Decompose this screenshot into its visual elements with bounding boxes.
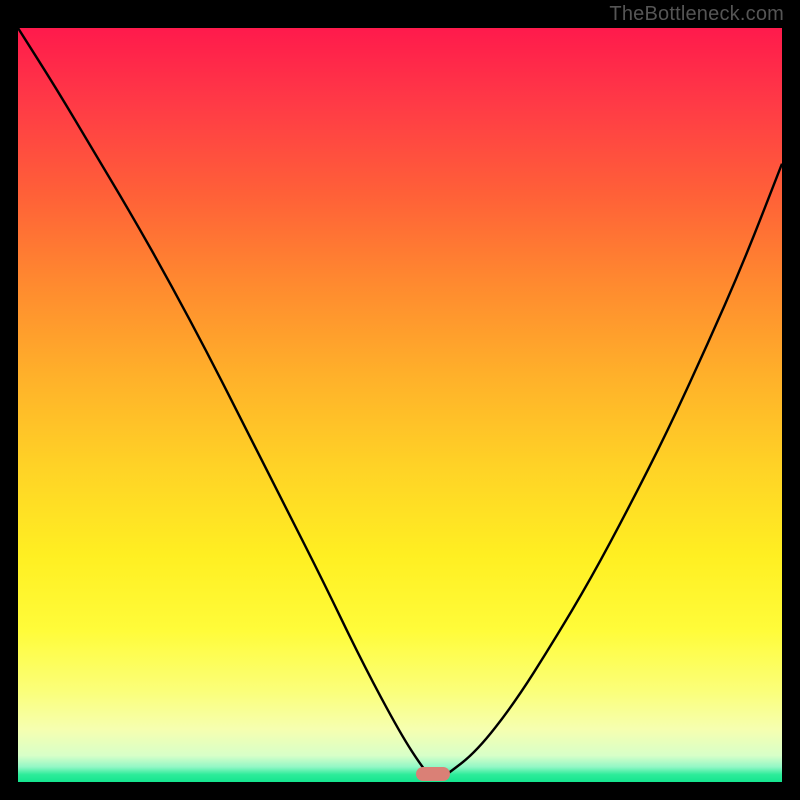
optimal-point-marker bbox=[416, 767, 450, 781]
bottleneck-curve bbox=[18, 28, 782, 782]
curve-path bbox=[18, 28, 782, 780]
plot-area bbox=[18, 28, 782, 782]
chart-frame: TheBottleneck.com bbox=[0, 0, 800, 800]
watermark-text: TheBottleneck.com bbox=[609, 3, 784, 26]
